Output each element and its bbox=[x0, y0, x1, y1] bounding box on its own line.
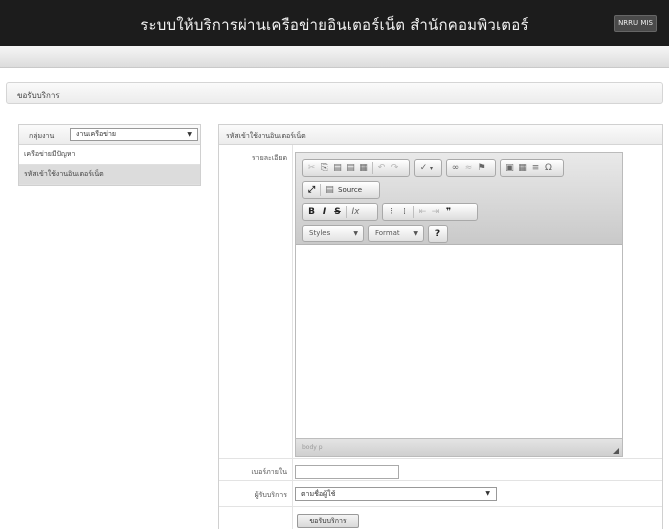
toolbar-group-paragraph: ⁝ ⁞ ⇤ ⇥ ❞ bbox=[382, 203, 478, 221]
section-header: ขอรับบริการ bbox=[6, 82, 663, 104]
unlink-icon[interactable]: ≈ bbox=[462, 161, 475, 175]
paste-icon[interactable]: ▤ bbox=[331, 161, 344, 175]
maximize-icon[interactable]: ⤢ bbox=[305, 183, 318, 197]
toolbar-group-spell: ✓ ▾ bbox=[414, 159, 442, 177]
editor-content-area[interactable] bbox=[296, 246, 622, 438]
section-title: ขอรับบริการ bbox=[17, 91, 60, 100]
source-icon[interactable]: ▤ bbox=[323, 183, 336, 197]
sub-nav-bar bbox=[0, 46, 669, 68]
editor-toolbar: ✂ ⎘ ▤ ▤ ▦ ↶ ↷ ✓ ▾ ∞ ≈ ⚑ ▣ ▦ ≡ Ω ⤢ ▤ Sour… bbox=[296, 153, 622, 245]
phone-extension-input[interactable] bbox=[295, 465, 399, 479]
submit-request-button[interactable]: ขอรับบริการ bbox=[297, 514, 359, 528]
toolbar-group-links: ∞ ≈ ⚑ bbox=[446, 159, 496, 177]
chevron-down-icon: ▼ bbox=[353, 230, 358, 237]
toolbar-group-tools: ⤢ ▤ Source bbox=[302, 181, 380, 199]
element-path[interactable]: body p bbox=[302, 444, 323, 451]
chevron-down-icon: ▼ bbox=[187, 131, 192, 138]
toolbar-group-clipboard: ✂ ⎘ ▤ ▤ ▦ ↶ ↷ bbox=[302, 159, 410, 177]
redo-icon[interactable]: ↷ bbox=[388, 161, 401, 175]
category-panel-header: กลุ่มงาน งานเครือข่าย ▼ bbox=[19, 125, 200, 145]
chevron-down-icon: ▾ bbox=[430, 164, 434, 172]
help-icon[interactable]: ? bbox=[431, 227, 444, 241]
list-item-network-problem[interactable]: เครือข่ายมีปัญหา bbox=[19, 145, 200, 165]
recipient-label: ผู้รับบริการ bbox=[254, 491, 287, 499]
toolbar-group-basic: B I S Ix bbox=[302, 203, 378, 221]
styles-combo-label: Styles bbox=[309, 229, 331, 237]
request-form-header: รหัสเข้าใช้งานอินเตอร์เน็ต bbox=[219, 125, 662, 145]
anchor-icon[interactable]: ⚑ bbox=[475, 161, 488, 175]
format-combo[interactable]: Format ▼ bbox=[368, 225, 424, 242]
table-icon[interactable]: ▦ bbox=[516, 161, 529, 175]
category-panel: กลุ่มงาน งานเครือข่าย ▼ เครือข่ายมีปัญหา… bbox=[18, 124, 201, 186]
blockquote-icon[interactable]: ❞ bbox=[442, 205, 455, 219]
phone-row: เบอร์ภายใน bbox=[219, 459, 662, 481]
editor-status-bar: body p bbox=[296, 438, 622, 456]
bulleted-list-icon[interactable]: ⁞ bbox=[398, 205, 411, 219]
group-select[interactable]: งานเครือข่าย ▼ bbox=[70, 128, 198, 141]
italic-icon[interactable]: I bbox=[318, 205, 331, 219]
paste-text-icon[interactable]: ▤ bbox=[344, 161, 357, 175]
special-char-icon[interactable]: Ω bbox=[542, 161, 555, 175]
remove-format-icon[interactable]: Ix bbox=[349, 205, 362, 219]
strike-icon[interactable]: S bbox=[331, 205, 344, 219]
link-icon[interactable]: ∞ bbox=[449, 161, 462, 175]
toolbar-separator bbox=[320, 184, 321, 196]
format-combo-label: Format bbox=[375, 229, 400, 237]
details-label: รายละเอียด bbox=[251, 154, 287, 162]
styles-combo[interactable]: Styles ▼ bbox=[302, 225, 364, 242]
chevron-down-icon: ▼ bbox=[485, 490, 490, 497]
chevron-down-icon: ▼ bbox=[413, 230, 418, 237]
rich-text-editor: ✂ ⎘ ▤ ▤ ▦ ↶ ↷ ✓ ▾ ∞ ≈ ⚑ ▣ ▦ ≡ Ω ⤢ ▤ Sour… bbox=[295, 152, 623, 457]
toolbar-separator bbox=[413, 206, 414, 218]
toolbar-separator bbox=[346, 206, 347, 218]
outdent-icon[interactable]: ⇤ bbox=[416, 205, 429, 219]
image-icon[interactable]: ▣ bbox=[503, 161, 516, 175]
recipient-select-value: ตามชื่อผู้ใช้ bbox=[301, 490, 336, 498]
toolbar-group-insert: ▣ ▦ ≡ Ω bbox=[500, 159, 564, 177]
list-item-internet-account[interactable]: รหัสเข้าใช้งานอินเตอร์เน็ต bbox=[19, 165, 200, 185]
source-button-label[interactable]: Source bbox=[338, 186, 362, 194]
recipient-select[interactable]: ตามชื่อผู้ใช้ ▼ bbox=[295, 487, 497, 501]
request-form-title: รหัสเข้าใช้งานอินเตอร์เน็ต bbox=[226, 132, 306, 140]
resize-handle-icon[interactable] bbox=[613, 448, 619, 454]
group-label: กลุ่มงาน bbox=[29, 132, 55, 140]
copy-icon[interactable]: ⎘ bbox=[318, 161, 331, 175]
horizontal-rule-icon[interactable]: ≡ bbox=[529, 161, 542, 175]
user-menu-button[interactable]: NRRU MIS bbox=[614, 15, 657, 32]
group-select-value: งานเครือข่าย bbox=[76, 130, 116, 138]
undo-icon[interactable]: ↶ bbox=[375, 161, 388, 175]
indent-icon[interactable]: ⇥ bbox=[429, 205, 442, 219]
numbered-list-icon[interactable]: ⁝ bbox=[385, 205, 398, 219]
bold-icon[interactable]: B bbox=[305, 205, 318, 219]
spellcheck-icon[interactable]: ✓ bbox=[417, 161, 430, 175]
cut-icon[interactable]: ✂ bbox=[305, 161, 318, 175]
toolbar-separator bbox=[372, 162, 373, 174]
top-bar: ระบบให้บริการผ่านเครือข่ายอินเตอร์เน็ต ส… bbox=[0, 0, 669, 46]
phone-label: เบอร์ภายใน bbox=[251, 468, 287, 476]
app-title: ระบบให้บริการผ่านเครือข่ายอินเตอร์เน็ต ส… bbox=[140, 16, 529, 34]
toolbar-group-help: ? bbox=[428, 225, 448, 243]
paste-word-icon[interactable]: ▦ bbox=[357, 161, 370, 175]
